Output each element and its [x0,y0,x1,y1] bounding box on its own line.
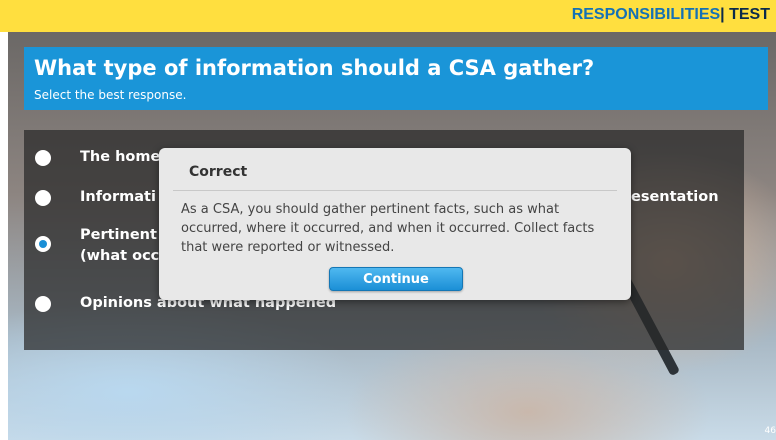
left-edge-strip [0,32,8,440]
section-label: RESPONSIBILITIES [571,6,721,23]
top-bar: RESPONSIBILITIES| TEST [0,0,776,32]
mode-label: TEST [729,6,770,23]
dialog-message: As a CSA, you should gather pertinent fa… [181,202,595,255]
answer-option-3-label-line1: Pertinent [80,227,157,243]
page-number: 46 [764,426,776,436]
title-separator: | [720,6,725,23]
feedback-dialog: Correct As a CSA, you should gather pert… [159,148,631,300]
question-banner: What type of information should a CSA ga… [24,47,768,110]
answer-option-1-label: The home [80,149,161,165]
radio-button-4[interactable] [35,296,51,312]
radio-button-1[interactable] [35,150,51,166]
radio-button-2[interactable] [35,190,51,206]
dialog-title: Correct [189,164,248,180]
dialog-divider [173,190,617,191]
answer-option-2-label: Informati [80,189,156,205]
answer-option-3-label-line2: (what occu [80,248,170,264]
course-section-title: RESPONSIBILITIES| TEST [572,6,770,24]
radio-button-3-selected[interactable] [35,236,51,252]
question-instruction: Select the best response. [34,88,187,102]
question-title: What type of information should a CSA ga… [34,56,595,80]
answer-option-2-label-tail: esentation [631,189,719,205]
continue-button[interactable]: Continue [329,267,463,291]
